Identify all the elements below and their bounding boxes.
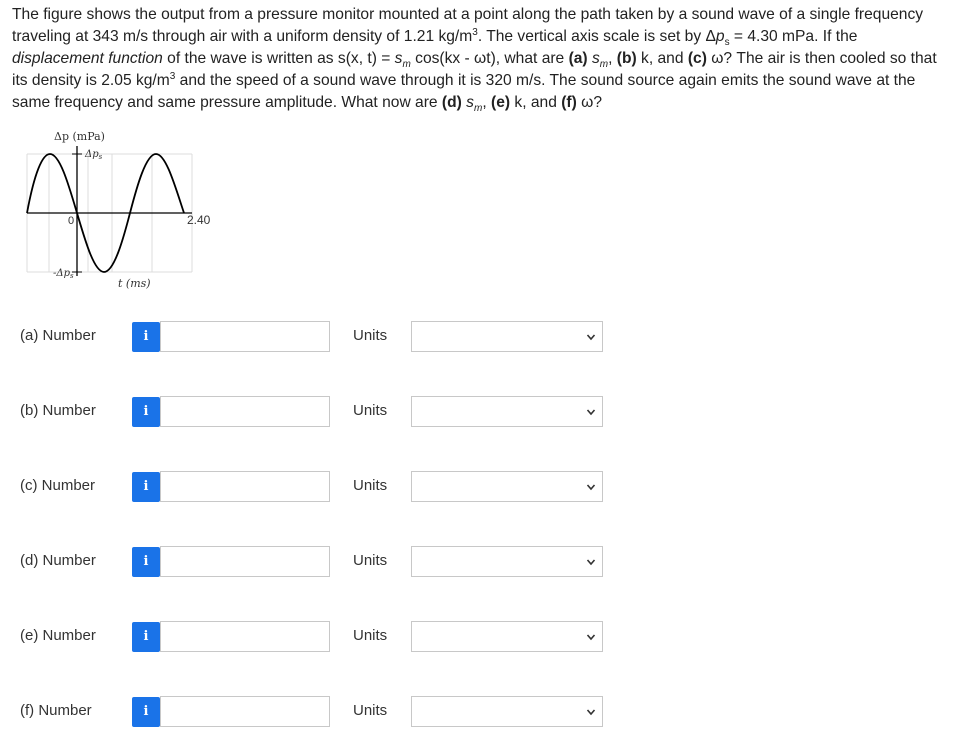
question-row-f: (f) Number i Units [0, 695, 958, 729]
units-dropdown-c[interactable] [411, 471, 603, 502]
number-input-e[interactable] [160, 621, 330, 652]
units-dropdown-b[interactable] [411, 396, 603, 427]
question-label: (f) Number [20, 702, 92, 719]
number-input-b[interactable] [160, 396, 330, 427]
top-tick-label: Δps [84, 149, 103, 161]
origin-label: 0 [68, 215, 74, 227]
problem-statement: The figure shows the output from a press… [12, 6, 937, 115]
question-label: (b) Number [20, 402, 96, 419]
question-label: (c) Number [20, 477, 96, 494]
number-input-a[interactable] [160, 321, 330, 352]
chevron-down-icon [586, 634, 596, 641]
info-icon[interactable]: i [132, 397, 160, 427]
units-label: Units [353, 402, 388, 419]
chevron-down-icon [586, 709, 596, 716]
question-row-b: (b) Number i Units [0, 395, 958, 429]
units-label: Units [353, 552, 388, 569]
units-label: Units [353, 627, 388, 644]
info-icon[interactable]: i [132, 697, 160, 727]
units-dropdown-d[interactable] [411, 546, 603, 577]
question-row-e: (e) Number i Units [0, 620, 958, 654]
units-dropdown-f[interactable] [411, 696, 603, 727]
number-input-f[interactable] [160, 696, 330, 727]
info-icon[interactable]: i [132, 622, 160, 652]
t-end-label: 2.40 [187, 213, 211, 227]
number-input-d[interactable] [160, 546, 330, 577]
info-icon[interactable]: i [132, 547, 160, 577]
x-axis-label: t (ms) [118, 277, 151, 290]
info-icon[interactable]: i [132, 322, 160, 352]
y-axis-label: Δp (mPa) [54, 130, 105, 143]
question-row-d: (d) Number i Units [0, 545, 958, 579]
chevron-down-icon [586, 484, 596, 491]
question-label: (d) Number [20, 552, 96, 569]
info-icon[interactable]: i [132, 472, 160, 502]
chevron-down-icon [586, 559, 596, 566]
units-dropdown-e[interactable] [411, 621, 603, 652]
pressure-graph: Δp (mPa) Δps -Δps 0 2.40 t (ms) [22, 126, 222, 296]
chevron-down-icon [586, 334, 596, 341]
question-row-a: (a) Number i Units [0, 320, 958, 354]
units-label: Units [353, 477, 388, 494]
number-input-c[interactable] [160, 471, 330, 502]
units-dropdown-a[interactable] [411, 321, 603, 352]
bottom-tick-label: -Δps [53, 268, 74, 280]
question-label: (e) Number [20, 627, 96, 644]
question-label: (a) Number [20, 327, 96, 344]
units-label: Units [353, 327, 388, 344]
question-row-c: (c) Number i Units [0, 470, 958, 504]
units-label: Units [353, 702, 388, 719]
chevron-down-icon [586, 409, 596, 416]
